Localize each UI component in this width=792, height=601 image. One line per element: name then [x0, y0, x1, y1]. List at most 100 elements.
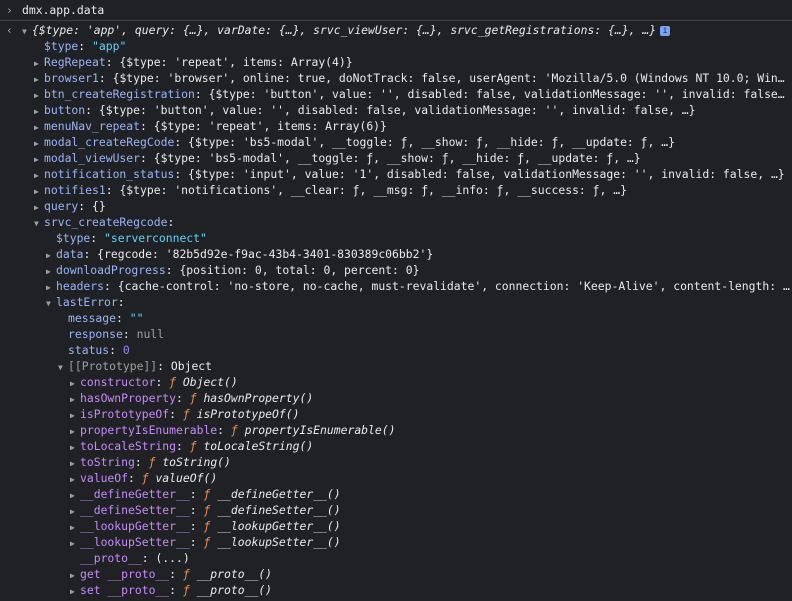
tree-row[interactable]: ▶ notification_status: {$type: 'input', v…: [34, 166, 790, 182]
tree-row[interactable]: ▶ valueOf: ƒ valueOf(): [70, 470, 790, 486]
key-separator: :: [116, 311, 130, 325]
collapse-triangle-icon[interactable]: ▼: [58, 360, 68, 374]
function-icon: ƒ: [182, 583, 197, 597]
tree-row[interactable]: ▶ constructor: ƒ Object(): [70, 374, 790, 390]
function-icon: ƒ: [203, 519, 218, 533]
tree-row[interactable]: ▶ propertyIsEnumerable: ƒ propertyIsEnume…: [70, 422, 790, 438]
key-separator: :: [167, 215, 175, 229]
property-key: toLocaleString: [80, 439, 177, 453]
expand-triangle-icon[interactable]: ▶: [70, 408, 80, 422]
tree-row: __proto__: (...): [70, 550, 790, 566]
property-key: button: [44, 103, 86, 117]
expand-triangle-icon[interactable]: ▶: [70, 456, 80, 470]
property-key: RegRepeat: [44, 55, 106, 69]
property-key: response: [68, 327, 123, 341]
property-key: srvc_createRegcode: [44, 215, 168, 229]
expand-triangle-icon[interactable]: ▶: [70, 536, 80, 550]
tree-row[interactable]: ▶ modal_viewUser: {$type: 'bs5-modal', __…: [34, 150, 790, 166]
expand-triangle-icon[interactable]: ▼: [22, 24, 32, 38]
expand-triangle-icon[interactable]: ▶: [70, 392, 80, 406]
tree-row[interactable]: ▶ browser1: {$type: 'browser', online: tr…: [34, 70, 790, 86]
property-value: "": [129, 311, 144, 325]
expand-triangle-icon[interactable]: ▶: [34, 72, 44, 86]
console-output-summary[interactable]: ‹ ▼ {$type: 'app', query: {…}, varDate: {…: [0, 22, 790, 38]
property-key: __defineGetter__: [80, 487, 190, 501]
tree-row[interactable]: ▶ isPrototypeOf: ƒ isPrototypeOf(): [70, 406, 790, 422]
key-separator: :: [134, 455, 149, 469]
tree-row[interactable]: ▶ hasOwnProperty: ƒ hasOwnProperty(): [70, 390, 790, 406]
property-value: __proto__(): [196, 583, 273, 597]
expand-triangle-icon[interactable]: ▶: [70, 376, 80, 390]
property-value: __lookupSetter__(): [217, 535, 341, 549]
property-value: {$type: 'repeat', items: Array(4)}: [119, 55, 353, 69]
tree-row[interactable]: ▶ modal_createRegCode: {$type: 'bs5-modal…: [34, 134, 790, 150]
collapse-triangle-icon[interactable]: ▼: [46, 296, 56, 310]
expand-triangle-icon[interactable]: ▶: [34, 56, 44, 70]
tree-row[interactable]: ▶ menuNav_repeat: {$type: 'repeat', items…: [34, 118, 790, 134]
tree-row[interactable]: ▶ set __proto__: ƒ __proto__(): [70, 582, 790, 598]
expand-triangle-icon[interactable]: ▶: [46, 248, 56, 262]
expand-triangle-icon[interactable]: ▶: [70, 568, 80, 582]
property-value: valueOf(): [155, 471, 218, 485]
property-value: {$type: 'bs5-modal', __toggle: ƒ, __show…: [153, 151, 641, 165]
expand-triangle-icon[interactable]: ▶: [46, 280, 56, 294]
tree-row[interactable]: ▶ query: {}: [34, 198, 790, 214]
property-key: menuNav_repeat: [44, 119, 141, 133]
property-value: __proto__(): [196, 567, 273, 581]
property-key: status: [68, 343, 110, 357]
property-key: browser1: [44, 71, 99, 85]
expand-triangle-icon[interactable]: ▶: [70, 472, 80, 486]
tree-row[interactable]: ▼ lastError:: [46, 294, 790, 310]
tree-row[interactable]: ▶ __defineSetter__: ƒ __defineSetter__(): [70, 502, 790, 518]
expand-triangle-icon[interactable]: ▶: [34, 104, 44, 118]
expand-triangle-icon[interactable]: ▶: [70, 488, 80, 502]
key-separator: :: [174, 167, 189, 181]
key-separator: :: [90, 231, 105, 245]
tree-row: $type: "app": [34, 38, 790, 54]
expand-triangle-icon[interactable]: ▶: [46, 264, 56, 278]
tree-row[interactable]: ▶ RegRepeat: {$type: 'repeat', items: Arr…: [34, 54, 790, 70]
tree-row: response: null: [58, 326, 790, 342]
expand-triangle-icon[interactable]: ▶: [34, 120, 44, 134]
expand-triangle-icon[interactable]: ▶: [34, 136, 44, 150]
devtools-console: › dmx.app.data ‹ ▼ {$type: 'app', query: …: [0, 0, 792, 601]
key-separator: :: [157, 359, 171, 373]
console-input-line[interactable]: › dmx.app.data: [0, 2, 790, 18]
expand-triangle-icon[interactable]: ▶: [70, 424, 80, 438]
expand-triangle-icon[interactable]: ▶: [34, 184, 44, 198]
property-key: toString: [80, 455, 135, 469]
tree-row[interactable]: ▶ downloadProgress: {position: 0, total: …: [46, 262, 790, 278]
tree-row[interactable]: ▶ data: {regcode: '82b5d92e-f9ac-43b4-340…: [46, 246, 790, 262]
key-separator: :: [140, 119, 154, 133]
expand-triangle-icon[interactable]: ▶: [70, 504, 80, 518]
property-key: __lookupGetter__: [80, 519, 190, 533]
tree-row[interactable]: ▶ get __proto__: ƒ __proto__(): [70, 566, 790, 582]
tree-row[interactable]: ▶ button: {$type: 'button', value: '', di…: [34, 102, 790, 118]
expand-triangle-icon[interactable]: ▶: [70, 440, 80, 454]
expand-triangle-icon[interactable]: ▶: [70, 520, 80, 534]
property-value: 0: [122, 343, 130, 357]
tree-row[interactable]: ▶ toString: ƒ toString(): [70, 454, 790, 470]
collapse-triangle-icon[interactable]: ▼: [34, 216, 44, 230]
key-separator: :: [117, 295, 125, 309]
tree-row[interactable]: ▼ [[Prototype]]: Object: [58, 358, 790, 374]
tree-row[interactable]: ▶ notifies1: {$type: 'notifications', __c…: [34, 182, 790, 198]
tree-row[interactable]: ▶ __defineGetter__: ƒ __defineGetter__(): [70, 486, 790, 502]
tree-row[interactable]: ▶ __lookupGetter__: ƒ __lookupGetter__(): [70, 518, 790, 534]
property-value: isPrototypeOf(): [196, 407, 300, 421]
key-separator: :: [169, 407, 183, 421]
tree-row[interactable]: ▶ __lookupSetter__: ƒ __lookupSetter__(): [70, 534, 790, 550]
info-icon[interactable]: i: [660, 25, 671, 36]
function-icon: ƒ: [182, 407, 197, 421]
expand-triangle-icon[interactable]: ▶: [34, 152, 44, 166]
property-value: {$type: 'button', value: '', disabled: f…: [208, 87, 790, 101]
tree-row[interactable]: ▶ toLocaleString: ƒ toLocaleString(): [70, 438, 790, 454]
expand-triangle-icon[interactable]: ▶: [34, 168, 44, 182]
expand-triangle-icon[interactable]: ▶: [34, 200, 44, 214]
tree-row[interactable]: ▼ srvc_createRegcode:: [34, 214, 790, 230]
expand-triangle-icon[interactable]: ▶: [34, 88, 44, 102]
tree-row[interactable]: ▶ btn_createRegistration: {$type: 'button…: [34, 86, 790, 102]
tree-row[interactable]: ▶ headers: {cache-control: 'no-store, no-…: [46, 278, 790, 294]
expand-triangle-icon[interactable]: ▶: [70, 584, 80, 598]
property-key: notifies1: [44, 183, 106, 197]
